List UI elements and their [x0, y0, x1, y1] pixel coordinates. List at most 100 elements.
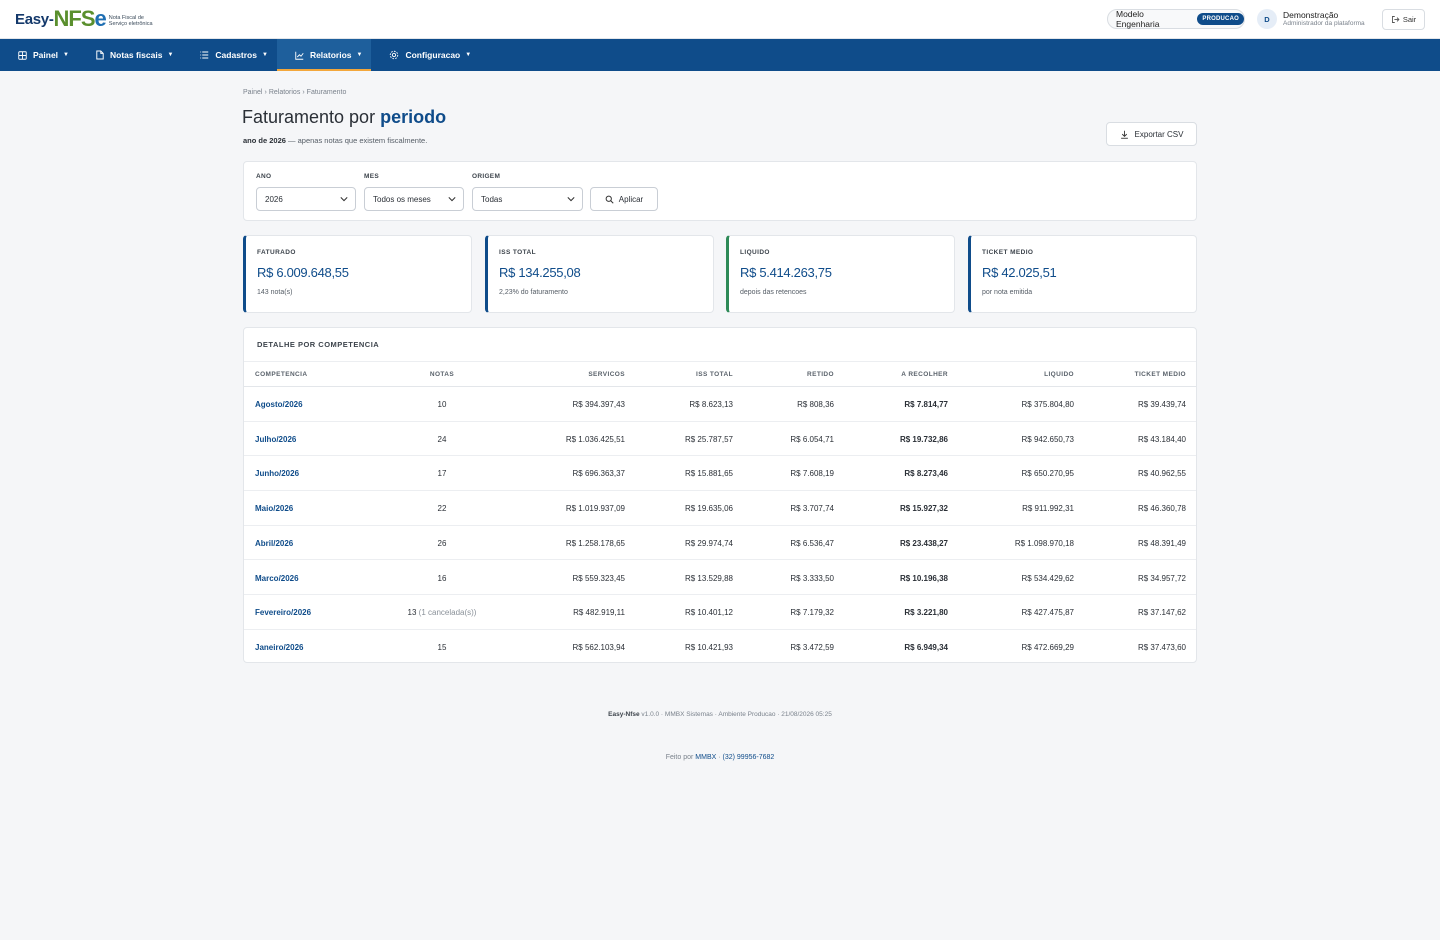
row-liquido: R$ 911.992,31	[1022, 504, 1074, 514]
row-competencia[interactable]: Maio/2026	[255, 504, 293, 513]
brand-logo[interactable]: Easy- NFS e Nota Fiscal de Serviço eletr…	[15, 6, 153, 32]
col-retido[interactable]: RETIDO	[807, 371, 834, 378]
table-row: Junho/2026 17 R$ 696.363,37 R$ 15.881,65 R$…	[244, 456, 1196, 492]
chevron-down-icon	[448, 197, 456, 202]
row-ticket-medio: R$ 39.439,74	[1137, 400, 1186, 409]
page-title: Faturamento por periodo	[242, 107, 446, 128]
row-a-recolher: R$ 6.949,34	[904, 642, 948, 652]
row-a-recolher: R$ 3.221,80	[904, 608, 948, 618]
logout-button[interactable]: Sair	[1382, 9, 1425, 30]
row-notas: 26	[384, 539, 500, 548]
footer-phone-link[interactable]: (32) 99956-7682	[723, 754, 775, 761]
table-row: Abril/2026 26 R$ 1.258.178,65 R$ 29.974,74…	[244, 526, 1196, 561]
row-notas-count: 24	[437, 434, 447, 444]
nav-item-painel[interactable]: Painel ▼	[0, 39, 78, 71]
company-selector[interactable]: Modelo Engenharia PRODUCAO	[1107, 9, 1245, 29]
card-sub: 143 nota(s)	[257, 289, 293, 296]
chevron-down-icon: ▼	[167, 52, 174, 58]
col-a-recolher[interactable]: A RECOLHER	[901, 371, 948, 378]
row-notas-count: 10	[437, 400, 447, 409]
col-competencia[interactable]: COMPETENCIA	[255, 371, 307, 378]
breadcrumb-separator: ›	[264, 89, 267, 96]
apply-button[interactable]: Aplicar	[590, 187, 658, 211]
card-label: LIQUIDO	[740, 249, 770, 256]
row-liquido: R$ 942.650,73	[1021, 434, 1075, 444]
row-servicos: R$ 559.323,45	[572, 573, 626, 583]
footer-mmbx-link[interactable]: MMBX	[695, 754, 716, 761]
card-label: ISS TOTAL	[499, 249, 536, 256]
row-liquido: R$ 534.429,62	[1021, 573, 1075, 583]
row-servicos: R$ 1.036.425,51	[565, 434, 625, 444]
title-prefix: Faturamento por	[242, 107, 381, 127]
logo-tagline: Nota Fiscal de Serviço eletrônica	[109, 15, 153, 27]
row-competencia[interactable]: Agosto/2026	[255, 400, 303, 409]
row-notas: 22	[384, 504, 500, 513]
table-header: COMPETENCIA NOTAS SERVICOS ISS TOTAL RET…	[244, 361, 1196, 387]
chevron-down-icon: ▼	[261, 52, 268, 58]
row-a-recolher: R$ 10.196,38	[899, 573, 948, 583]
row-retido: R$ 808,36	[797, 400, 834, 409]
col-liquido[interactable]: LIQUIDO	[1044, 371, 1074, 378]
chevron-down-icon: ▼	[356, 52, 363, 58]
year-label: ANO	[256, 173, 272, 180]
nav-item-configuracao[interactable]: Configuracao ▼	[371, 39, 480, 71]
row-competencia[interactable]: Janeiro/2026	[255, 643, 303, 652]
row-notas-count: 13	[407, 608, 417, 618]
user-menu[interactable]: D Demonstração Administrador da platafor…	[1257, 9, 1365, 29]
col-servicos[interactable]: SERVICOS	[588, 371, 625, 378]
row-competencia[interactable]: Junho/2026	[255, 469, 299, 478]
row-ticket-medio: R$ 43.184,40	[1137, 434, 1186, 444]
nav-item-relatorios[interactable]: Relatorios ▼	[276, 39, 372, 71]
row-iss-total: R$ 8.623,13	[689, 400, 733, 409]
chevron-down-icon	[567, 197, 575, 202]
row-servicos: R$ 1.258.178,65	[565, 538, 625, 548]
year-select[interactable]: 2026	[256, 187, 356, 211]
nav-label: Notas fiscais	[110, 50, 163, 60]
row-competencia[interactable]: Abril/2026	[255, 539, 293, 548]
row-competencia[interactable]: Fevereiro/2026	[255, 608, 311, 617]
month-select[interactable]: Todos os meses	[364, 187, 464, 211]
origin-label: ORIGEM	[472, 173, 501, 180]
card-sub: depois das retencoes	[740, 289, 807, 296]
row-iss-total: R$ 19.635,06	[684, 504, 733, 514]
row-iss-total: R$ 13.529,88	[684, 573, 733, 583]
nav-item-notas-fiscais[interactable]: Notas fiscais ▼	[78, 39, 182, 71]
document-icon	[96, 50, 104, 60]
row-a-recolher: R$ 7.814,77	[904, 400, 948, 409]
breadcrumb-painel[interactable]: Painel	[243, 89, 262, 96]
footer-made-by: Feito por	[665, 754, 696, 761]
row-ticket-medio: R$ 48.391,49	[1137, 538, 1186, 548]
row-competencia[interactable]: Julho/2026	[255, 435, 296, 444]
origin-select[interactable]: Todas	[472, 187, 583, 211]
origin-value: Todas	[481, 194, 503, 204]
month-value: Todos os meses	[373, 194, 431, 204]
export-label: Exportar CSV	[1134, 129, 1184, 139]
top-bar: Easy- NFS e Nota Fiscal de Serviço eletr…	[0, 0, 1440, 39]
logout-icon	[1391, 16, 1400, 23]
row-ticket-medio: R$ 46.360,78	[1137, 504, 1186, 514]
breadcrumb-relatorios[interactable]: Relatorios	[269, 89, 301, 96]
row-notas-count: 22	[437, 504, 447, 514]
col-notas[interactable]: NOTAS	[414, 371, 470, 378]
logo-prefix: Easy-	[15, 10, 54, 28]
row-servicos: R$ 562.103,94	[572, 642, 626, 652]
col-iss-total[interactable]: ISS TOTAL	[696, 371, 733, 378]
subtitle-year: ano de 2026	[243, 136, 286, 145]
filters-panel: ANO 2026 MES Todos os meses ORIGEM Todas…	[243, 161, 1197, 221]
export-csv-button[interactable]: Exportar CSV	[1106, 122, 1197, 146]
row-servicos: R$ 1.019.937,09	[565, 504, 625, 514]
card-iss-total: ISS TOTAL R$ 134.255,08 2,23% do faturam…	[485, 235, 714, 313]
month-label: MES	[364, 173, 379, 180]
dashboard-icon	[18, 50, 27, 60]
card-ticket-medio: TICKET MEDIO R$ 42.025,51 por nota emiti…	[968, 235, 1197, 313]
row-a-recolher: R$ 19.732,86	[899, 434, 948, 444]
row-retido: R$ 6.536,47	[790, 538, 834, 548]
list-icon	[200, 51, 209, 59]
chevron-down-icon: ▼	[465, 52, 472, 58]
logo-nfs: NFS	[53, 6, 96, 31]
row-iss-total: R$ 10.401,12	[684, 608, 733, 618]
nav-item-cadastros[interactable]: Cadastros ▼	[182, 39, 277, 71]
col-ticket-medio[interactable]: TICKET MEDIO	[1135, 371, 1186, 378]
nav-label: Painel	[33, 50, 59, 60]
row-competencia[interactable]: Marco/2026	[255, 574, 299, 583]
